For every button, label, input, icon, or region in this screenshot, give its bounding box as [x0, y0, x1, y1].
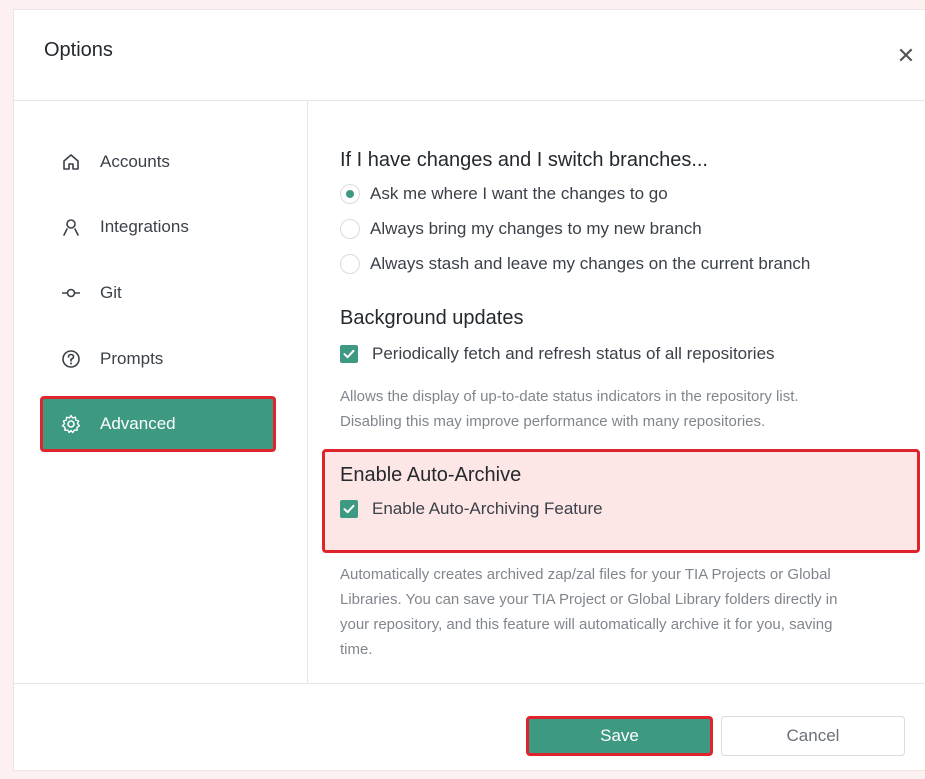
dialog-footer: Save Cancel — [14, 683, 925, 771]
radio-always-bring[interactable]: Always bring my changes to my new branch — [340, 219, 702, 239]
home-icon — [60, 151, 82, 173]
checkmark-icon — [343, 349, 355, 359]
radio-label: Always bring my changes to my new branch — [370, 219, 702, 238]
person-icon — [60, 216, 82, 238]
close-icon[interactable]: ✕ — [894, 44, 918, 68]
description-line: Allows the display of up-to-date status … — [340, 388, 799, 405]
radio-button[interactable] — [340, 254, 360, 274]
radio-ask-me[interactable]: Ask me where I want the changes to go — [340, 184, 668, 204]
checkbox-label: Periodically fetch and refresh status of… — [372, 344, 775, 363]
sidebar-item-git[interactable]: Git — [40, 265, 276, 321]
radio-label: Ask me where I want the changes to go — [370, 184, 668, 203]
settings-panel: If I have changes and I switch branches.… — [308, 101, 925, 683]
auto-archive-checkbox-row[interactable]: Enable Auto-Archiving Feature — [340, 499, 603, 519]
gear-icon — [60, 413, 82, 435]
periodic-fetch-checkbox-row[interactable]: Periodically fetch and refresh status of… — [340, 344, 775, 364]
question-icon — [60, 348, 82, 370]
description-line: time. — [340, 641, 373, 658]
description-line: Libraries. You can save your TIA Project… — [340, 591, 838, 608]
branch-switch-heading: If I have changes and I switch branches.… — [340, 149, 708, 171]
checkbox-label: Enable Auto-Archiving Feature — [372, 499, 603, 518]
sidebar-item-label: Accounts — [100, 152, 170, 171]
sidebar-item-label: Advanced — [100, 414, 176, 433]
auto-archive-description: Automatically creates archived zap/zal f… — [340, 562, 910, 662]
sidebar-item-prompts[interactable]: Prompts — [40, 331, 276, 387]
description-line: Disabling this may improve performance w… — [340, 413, 766, 430]
background-updates-description: Allows the display of up-to-date status … — [340, 384, 910, 434]
background-updates-heading: Background updates — [340, 307, 524, 329]
sidebar-item-advanced[interactable]: Advanced — [40, 396, 276, 452]
sidebar-item-label: Git — [100, 283, 122, 302]
radio-label: Always stash and leave my changes on the… — [370, 254, 811, 273]
radio-button[interactable] — [340, 219, 360, 239]
checkmark-icon — [343, 504, 355, 514]
save-button[interactable]: Save — [526, 716, 713, 756]
dialog-header: Options ✕ — [14, 10, 925, 101]
options-dialog: Options ✕ Accounts Integrations Git Prom… — [14, 10, 925, 770]
sidebar-item-accounts[interactable]: Accounts — [40, 134, 276, 190]
sidebar-item-integrations[interactable]: Integrations — [40, 199, 276, 255]
checkbox-checked[interactable] — [340, 345, 358, 363]
sidebar-item-label: Integrations — [100, 217, 189, 236]
checkbox-checked[interactable] — [340, 500, 358, 518]
auto-archive-heading: Enable Auto-Archive — [340, 464, 522, 486]
git-commit-icon — [60, 282, 82, 304]
description-line: Automatically creates archived zap/zal f… — [340, 566, 831, 583]
sidebar-item-label: Prompts — [100, 349, 164, 368]
sidebar: Accounts Integrations Git Prompts Advanc… — [14, 101, 308, 683]
description-line: your repository, and this feature will a… — [340, 616, 833, 633]
radio-always-stash[interactable]: Always stash and leave my changes on the… — [340, 254, 810, 274]
dialog-title: Options — [44, 39, 113, 61]
cancel-button[interactable]: Cancel — [721, 716, 905, 756]
radio-button-selected[interactable] — [340, 184, 360, 204]
